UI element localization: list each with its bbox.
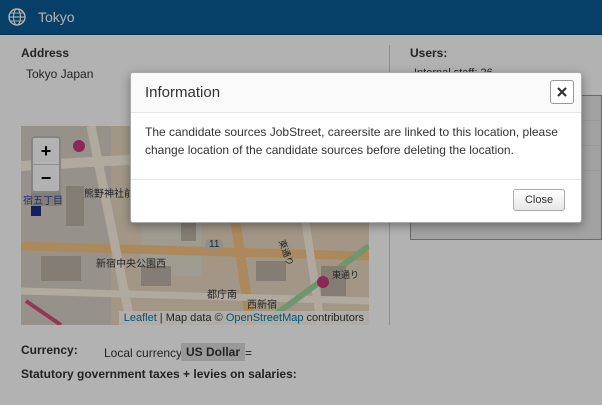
- dialog-close-button[interactable]: [550, 80, 574, 104]
- dialog-footer: Close: [131, 179, 581, 222]
- dialog-header: Information: [131, 73, 581, 113]
- dialog-title: Information: [145, 84, 221, 101]
- close-icon: [557, 87, 567, 97]
- dialog-message: The candidate sources JobStreet, careers…: [145, 125, 558, 157]
- close-button[interactable]: Close: [513, 189, 565, 211]
- information-dialog: Information The candidate sources JobStr…: [130, 72, 582, 223]
